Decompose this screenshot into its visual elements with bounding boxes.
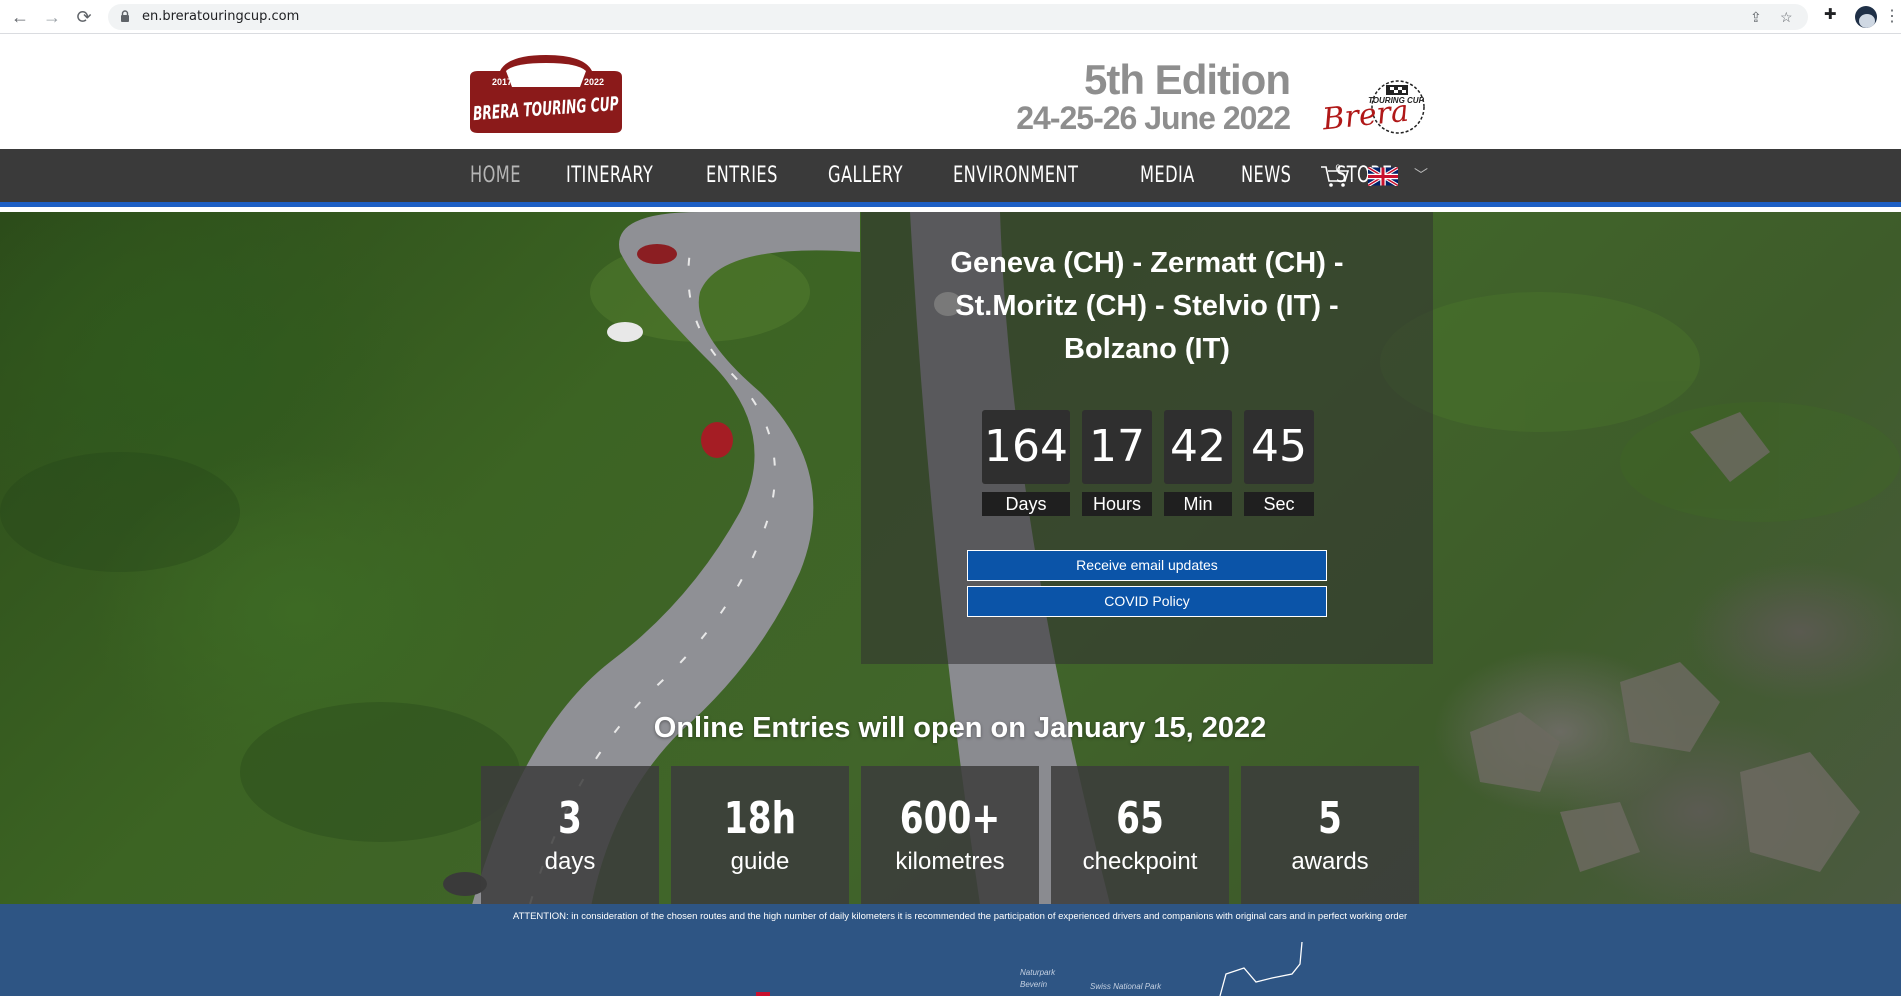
back-arrow-icon[interactable]: ← xyxy=(8,5,32,29)
nav-gallery-label: GALLERY xyxy=(828,163,903,188)
nav-itinerary-label: ITINERARY xyxy=(566,163,654,188)
share-icon[interactable]: ⇪ xyxy=(1750,9,1762,26)
countdown-days-value: 164 xyxy=(982,410,1070,484)
route-line-2: St.Moritz (CH) - Stelvio (IT) - xyxy=(955,290,1339,322)
nav-news[interactable]: NEWS xyxy=(1241,163,1291,188)
stat-guide: 18h guide xyxy=(671,766,849,904)
cart-icon[interactable]: 0 xyxy=(1320,163,1350,189)
extensions-puzzle-icon[interactable]: ✚ xyxy=(1824,5,1837,23)
url-text: en.breratouringcup.com xyxy=(142,9,300,24)
edition-title: 5th Edition xyxy=(1084,56,1291,103)
nav-home[interactable]: HOME xyxy=(470,163,521,188)
stat-days-label: days xyxy=(544,848,596,875)
route-title: Geneva (CH) - Zermatt (CH) - St.Moritz (… xyxy=(861,242,1433,371)
site-header: 2017 2022 BRERA TOURING CUP 5th Edition … xyxy=(0,35,1901,149)
profile-avatar[interactable] xyxy=(1855,6,1877,28)
nav-media[interactable]: MEDIA xyxy=(1140,163,1195,188)
stat-guide-label: guide xyxy=(730,848,790,875)
countdown-min-label: Min xyxy=(1164,492,1232,516)
stat-days: 3 days xyxy=(481,766,659,904)
attention-notice: ATTENTION: in consideration of the chose… xyxy=(512,911,1408,922)
stat-guide-value: 18h xyxy=(723,793,797,844)
nav-home-label: HOME xyxy=(470,163,521,188)
nav-entries[interactable]: ENTRIES xyxy=(706,163,778,188)
forward-arrow-icon[interactable]: → xyxy=(40,5,64,29)
covid-policy-button[interactable]: COVID Policy xyxy=(967,586,1327,617)
countdown-days-label: Days xyxy=(982,492,1070,516)
nav-environment[interactable]: ENVIRONMENT xyxy=(953,163,1078,188)
countdown-min: 42 Min xyxy=(1164,410,1232,522)
chevron-down-icon[interactable]: ﹀ xyxy=(1414,165,1428,185)
countdown-hours-value: 17 xyxy=(1082,410,1152,484)
entries-open-notice: Online Entries will open on January 15, … xyxy=(653,712,1267,744)
nav-media-label: MEDIA xyxy=(1140,163,1195,188)
nav-news-label: NEWS xyxy=(1240,163,1292,188)
countdown-sec: 45 Sec xyxy=(1244,410,1314,522)
logo-year-right: 2022 xyxy=(584,77,604,87)
stat-awards-value: 5 xyxy=(1318,793,1342,844)
nav-entries-label: ENTRIES xyxy=(706,163,779,188)
edition-dates: 24-25-26 June 2022 xyxy=(1016,100,1291,136)
receive-email-updates-button[interactable]: Receive email updates xyxy=(967,550,1327,581)
bookmark-star-icon[interactable]: ☆ xyxy=(1780,9,1793,26)
stat-checkpoint-label: checkpoint xyxy=(1082,848,1198,875)
countdown-hours-label: Hours xyxy=(1082,492,1152,516)
logo-year-left: 2017 xyxy=(492,77,512,87)
lock-icon xyxy=(121,10,129,22)
stat-kilometres: 600+ kilometres xyxy=(861,766,1039,904)
route-map-outline xyxy=(1219,941,1303,996)
brera-badge-logo: TOURING CUP Brera xyxy=(1320,80,1425,138)
nav-itinerary[interactable]: ITINERARY xyxy=(566,163,653,188)
browser-menu-icon[interactable]: ⋮ xyxy=(1884,6,1900,26)
stat-kilometres-label: kilometres xyxy=(895,848,1005,875)
map-label-naturpark: Naturpark xyxy=(1020,968,1056,977)
stat-awards: 5 awards xyxy=(1241,766,1419,904)
stat-kilometres-value: 600+ xyxy=(899,793,1001,844)
countdown-sec-value: 45 xyxy=(1244,410,1314,484)
attention-band: ATTENTION: in consideration of the chose… xyxy=(0,904,1901,996)
address-bar[interactable]: en.breratouringcup.com ⇪ ☆ xyxy=(108,4,1808,30)
map-marker xyxy=(756,992,770,996)
edition-info: 5th Edition 24-25-26 June 2022 xyxy=(980,56,1291,136)
countdown-min-value: 42 xyxy=(1164,410,1232,484)
countdown-hours: 17 Hours xyxy=(1082,410,1152,522)
stat-days-value: 3 xyxy=(558,793,582,844)
uk-flag-icon[interactable] xyxy=(1368,167,1398,186)
brera-touring-cup-logo[interactable]: 2017 2022 BRERA TOURING CUP xyxy=(462,53,630,135)
cart-count: 0 xyxy=(1335,163,1340,173)
countdown-sec-label: Sec xyxy=(1244,492,1314,516)
map-label-beverin: Beverin xyxy=(1020,980,1048,989)
countdown-days: 164 Days xyxy=(982,410,1070,522)
reload-icon[interactable]: ⟳ xyxy=(72,5,96,29)
route-line-1: Geneva (CH) - Zermatt (CH) - xyxy=(950,247,1344,279)
stat-checkpoint: 65 checkpoint xyxy=(1051,766,1229,904)
hero-section: Geneva (CH) - Zermatt (CH) - St.Moritz (… xyxy=(0,212,1901,904)
stat-awards-label: awards xyxy=(1291,848,1369,875)
nav-environment-label: ENVIRONMENT xyxy=(953,163,1079,188)
route-line-3: Bolzano (IT) xyxy=(1064,333,1230,365)
nav-gallery[interactable]: GALLERY xyxy=(828,163,903,188)
main-navigation: HOME ITINERARY ENTRIES GALLERY ENVIRONME… xyxy=(0,149,1901,207)
stat-checkpoint-value: 65 xyxy=(1116,793,1164,844)
browser-toolbar: ← → ⟳ en.breratouringcup.com ⇪ ☆ ✚ ⋮ xyxy=(0,0,1901,34)
map-label-swiss-national-park: Swiss National Park xyxy=(1090,982,1162,991)
badge-script-text: Brera xyxy=(1320,94,1411,138)
